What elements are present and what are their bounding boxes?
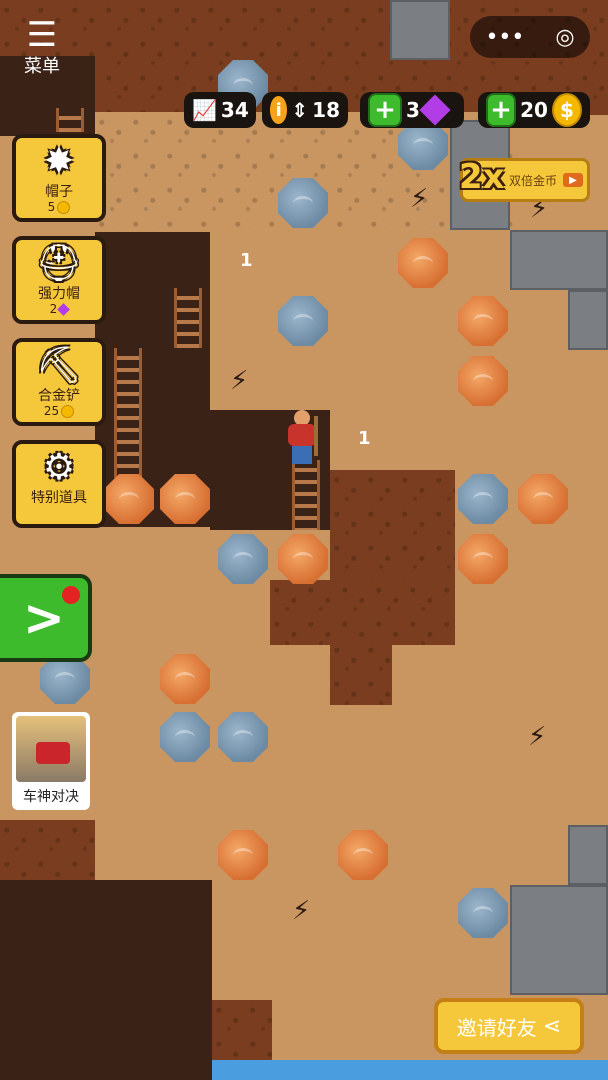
ladder [292,460,320,530]
crack-mark: ⚡ [528,722,547,752]
crack-mark: ⚡ [292,896,311,926]
stone-block [568,290,608,350]
crack-mark: ⚡ [230,366,249,396]
chevron-right-icon: > [23,589,65,647]
tool-cost: 25 [16,404,102,418]
gem-icon [57,302,71,316]
blue-rock[interactable] [278,178,328,228]
blue-rock[interactable] [278,296,328,346]
orange-rock[interactable] [104,474,154,524]
floating-number: 1 [358,428,371,449]
coin-icon [57,200,71,214]
invite-label: 邀请好友 [456,1015,537,1040]
stone-block [510,230,608,290]
add-coins-icon: + [486,93,517,127]
orange-rock[interactable] [458,534,508,584]
ladder [114,348,142,478]
orange-rock[interactable] [218,830,268,880]
gem-icon [419,94,451,126]
close-icon[interactable]: ◎ [555,25,574,50]
invite-friends-button[interactable]: 邀请好友 ⋖ [434,998,584,1054]
tool-special-items[interactable]: ⚙ 特别道具 [12,440,106,528]
water [212,1060,608,1080]
gems-stat[interactable]: + 3 [360,92,464,128]
video-icon: ▶ [563,173,584,187]
orange-rock[interactable] [160,654,210,704]
moves-value: 18 [312,98,340,122]
tool-hat[interactable]: ✸ 帽子 5 [12,134,106,222]
floating-number: 1 [240,250,253,271]
blue-rock[interactable] [458,474,508,524]
tool-name: 合金铲 [38,388,80,404]
orange-rock[interactable] [398,238,448,288]
coin-icon: $ [551,93,582,127]
stone-block [568,825,608,885]
orange-rock[interactable] [338,830,388,880]
ladder [56,108,84,132]
coin-icon [61,404,75,418]
tool-name: 特别道具 [31,490,87,506]
promo-image [16,716,86,782]
tool-name: 帽子 [45,184,73,200]
hat-icon: ✸ [43,140,75,182]
stone-block [390,0,450,60]
dark-soil [270,580,455,645]
gear-icon: ⚙ [42,446,76,488]
mini-program-capsule: ••• ◎ [470,16,590,58]
truck-icon [36,742,70,764]
blue-rock[interactable] [218,712,268,762]
info-icon: i [270,96,288,124]
crack-mark: ⚡ [410,184,429,214]
promo-game-card[interactable]: 车神对决 [12,712,90,810]
menu-icon: ☰ [26,15,58,55]
tool-power-hat[interactable]: ⛑ 强力帽 2 [12,236,106,324]
tool-name: 强力帽 [38,286,80,302]
orange-rock[interactable] [458,296,508,346]
more-icon[interactable]: ••• [485,25,524,50]
moves-icon: ⇕ [291,98,309,122]
stone-block [510,885,608,995]
moves-stat[interactable]: i ⇕ 18 [262,92,348,128]
gems-value: 3 [406,98,420,122]
blue-rock[interactable] [218,534,268,584]
promo-label: 车神对决 [23,789,79,805]
menu-button[interactable]: ☰ 菜单 [12,18,72,78]
orange-rock[interactable] [278,534,328,584]
coins-value: 20 [520,98,548,122]
orange-rock[interactable] [160,474,210,524]
power-hat-icon: ⛑ [36,243,82,284]
tunnel [0,880,212,1080]
blue-rock[interactable] [458,888,508,938]
ladder [174,288,202,348]
double-badge: 2x [459,157,505,197]
add-gems-icon: + [368,93,402,127]
notification-dot [62,586,80,604]
depth-stat: 📈 34 [184,92,256,128]
tool-cost: 5 [16,200,102,214]
orange-rock[interactable] [518,474,568,524]
blue-rock[interactable] [160,712,210,762]
miner-character [284,410,320,466]
chart-icon: 📈 [192,98,217,122]
shovel-icon: ⛏ [36,345,82,386]
tool-alloy-shovel[interactable]: ⛏ 合金铲 25 [12,338,106,426]
depth-value: 34 [220,98,249,122]
menu-label: 菜单 [24,56,60,77]
double-coins-button[interactable]: 2x 双倍金币 ▶ [459,157,590,202]
orange-rock[interactable] [458,356,508,406]
share-icon: ⋖ [542,1013,562,1039]
next-button[interactable]: > [0,574,92,662]
coins-stat[interactable]: + 20 $ [478,92,590,128]
dark-soil [330,640,392,705]
double-coins-label: 双倍金币 [509,173,558,188]
tool-cost: 2 [16,302,102,316]
